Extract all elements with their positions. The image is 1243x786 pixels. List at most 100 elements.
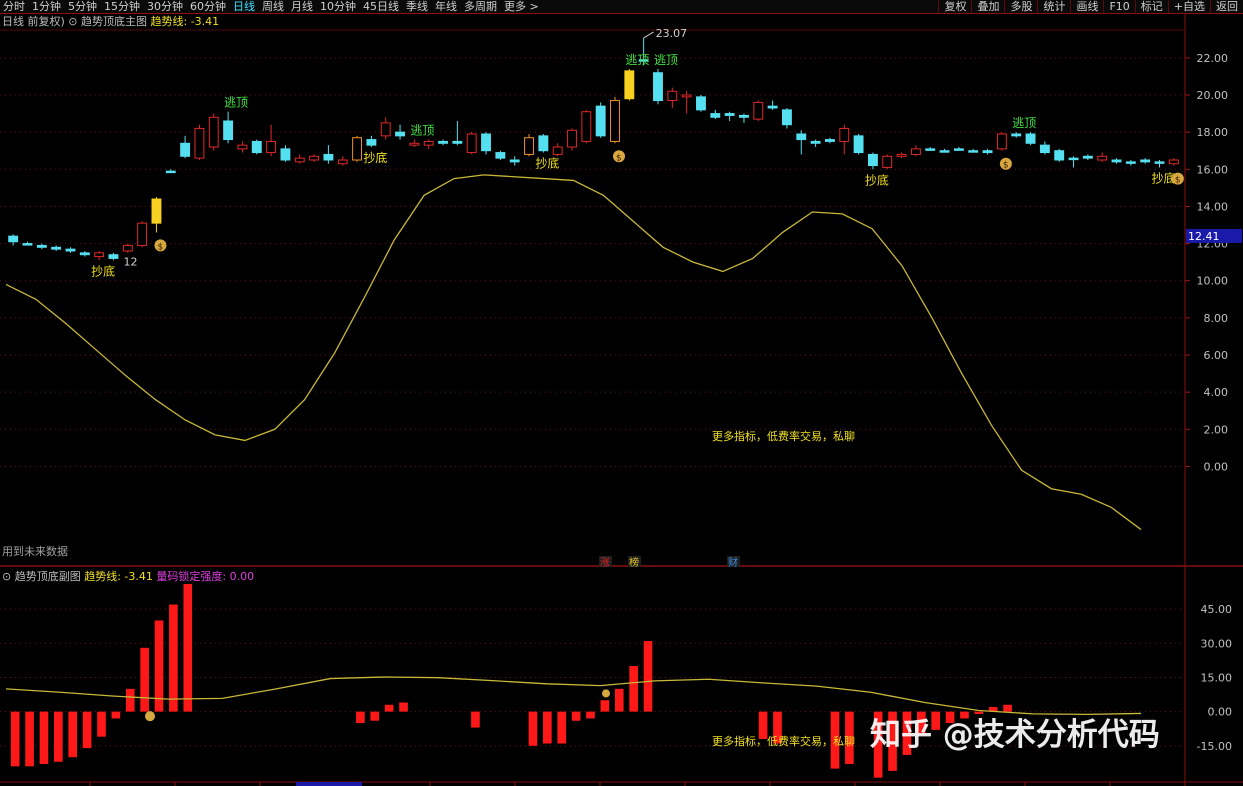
strength-bar <box>643 640 653 712</box>
candle-body <box>36 244 47 248</box>
escape-top-signal: 逃顶 <box>654 53 678 67</box>
strength-bar <box>169 604 178 712</box>
candle-body <box>1054 150 1065 161</box>
candle-body <box>395 131 405 137</box>
candle-body <box>910 148 921 155</box>
strength-bar <box>82 711 92 749</box>
candle-body <box>824 139 835 142</box>
low-annotation: 12 <box>123 255 137 268</box>
candle-body <box>996 133 1007 150</box>
candle-body <box>180 142 191 157</box>
candle-body <box>739 114 749 118</box>
candle-body <box>438 140 448 144</box>
candle-body <box>982 150 993 154</box>
candle-body <box>122 244 133 252</box>
candle-body <box>696 96 706 111</box>
candle-body <box>1111 159 1122 163</box>
candle-body <box>767 105 778 109</box>
candle-body <box>79 252 90 256</box>
sub-y-tick-label: -15.00 <box>1197 740 1232 753</box>
candle-body <box>366 139 377 146</box>
candle-body <box>194 127 205 159</box>
candle-body <box>137 222 148 246</box>
main-y-tick-label: 14.00 <box>1197 200 1229 213</box>
candle-body <box>624 70 635 100</box>
escape-top-signal: 逃顶 <box>625 53 649 67</box>
stock-chart[interactable]: 22.0020.0018.0016.0014.0012.0010.008.006… <box>0 0 1243 786</box>
candle-body <box>681 94 692 98</box>
candle-body <box>567 129 577 148</box>
candle-body <box>595 105 606 137</box>
candle-body <box>466 133 477 154</box>
strength-bar <box>629 666 638 712</box>
candle-body <box>8 235 19 243</box>
strength-bar <box>140 647 149 712</box>
strength-bar <box>557 711 567 744</box>
main-y-tick-label: 2.00 <box>1204 423 1229 436</box>
sub-y-tick-label: 15.00 <box>1201 671 1233 684</box>
candle-body <box>867 153 878 167</box>
main-y-tick-label: 0.00 <box>1204 460 1229 473</box>
candle-body <box>280 148 291 161</box>
strength-bar <box>54 711 63 762</box>
buy-bottom-signal: 抄底 <box>91 263 115 278</box>
sub-marker-dot <box>602 689 610 698</box>
candle-body <box>509 159 520 163</box>
candle-body <box>968 150 979 153</box>
main-y-tick-label: 18.00 <box>1197 126 1229 139</box>
candle-body <box>1168 159 1179 165</box>
strength-bar <box>528 711 538 746</box>
strength-bar <box>543 711 552 744</box>
event-marker: 财 <box>728 556 738 569</box>
strength-bar <box>471 711 480 728</box>
escape-top-signal: 逃顶 <box>224 96 248 110</box>
candle-body <box>380 122 391 137</box>
candle-body <box>108 254 119 259</box>
x-axis-date-highlight <box>296 782 362 786</box>
main-y-tick-label: 10.00 <box>1197 275 1229 288</box>
sub-y-tick-label: 0.00 <box>1208 706 1233 719</box>
candle-body <box>352 137 363 161</box>
strength-bar <box>1003 704 1012 712</box>
escape-top-signal: 逃顶 <box>1012 116 1036 130</box>
moneybag-icon-glyph: $ <box>1003 161 1009 171</box>
ad-text-sub: 更多指标，低费率交易，私聊 <box>712 734 855 748</box>
event-marker: 涨 <box>600 557 610 569</box>
candle-body <box>1082 155 1093 159</box>
strength-bar <box>39 711 49 765</box>
candle-body <box>208 116 219 148</box>
candle-body <box>65 248 76 252</box>
candle-body <box>165 170 176 174</box>
candle-body <box>309 155 320 161</box>
current-price-label: 12.41 <box>1188 230 1220 243</box>
main-trend-line <box>5 174 1142 531</box>
sub-y-tick-label: 45.00 <box>1201 603 1233 616</box>
candle-body <box>925 148 936 151</box>
strength-bar <box>10 711 20 767</box>
candle-body <box>839 127 850 142</box>
event-marker: 榜 <box>629 556 639 569</box>
candle-body <box>667 90 678 102</box>
candle-body <box>266 140 277 154</box>
candle-body <box>753 101 764 120</box>
candle-body <box>294 157 305 163</box>
buy-bottom-signal: 抄底 <box>363 150 387 165</box>
main-y-tick-label: 22.00 <box>1197 52 1229 65</box>
main-y-tick-label: 20.00 <box>1197 89 1229 102</box>
candle-body <box>1011 133 1022 137</box>
sub-moneybag-icon <box>145 711 155 722</box>
candle-body <box>409 142 420 146</box>
strength-bar <box>614 688 624 712</box>
candle-body <box>151 198 162 224</box>
strength-bar <box>111 711 121 719</box>
candle-body <box>423 140 434 146</box>
high-annotation-line <box>643 31 654 39</box>
candle-body <box>610 100 620 142</box>
main-y-tick-label: 16.00 <box>1197 163 1229 176</box>
candle-body <box>1097 155 1108 161</box>
candle-body <box>796 133 807 141</box>
buy-bottom-signal: 抄底 <box>865 172 889 187</box>
strength-bar <box>384 704 394 712</box>
candle-body <box>1125 161 1136 164</box>
candle-body <box>337 159 348 165</box>
